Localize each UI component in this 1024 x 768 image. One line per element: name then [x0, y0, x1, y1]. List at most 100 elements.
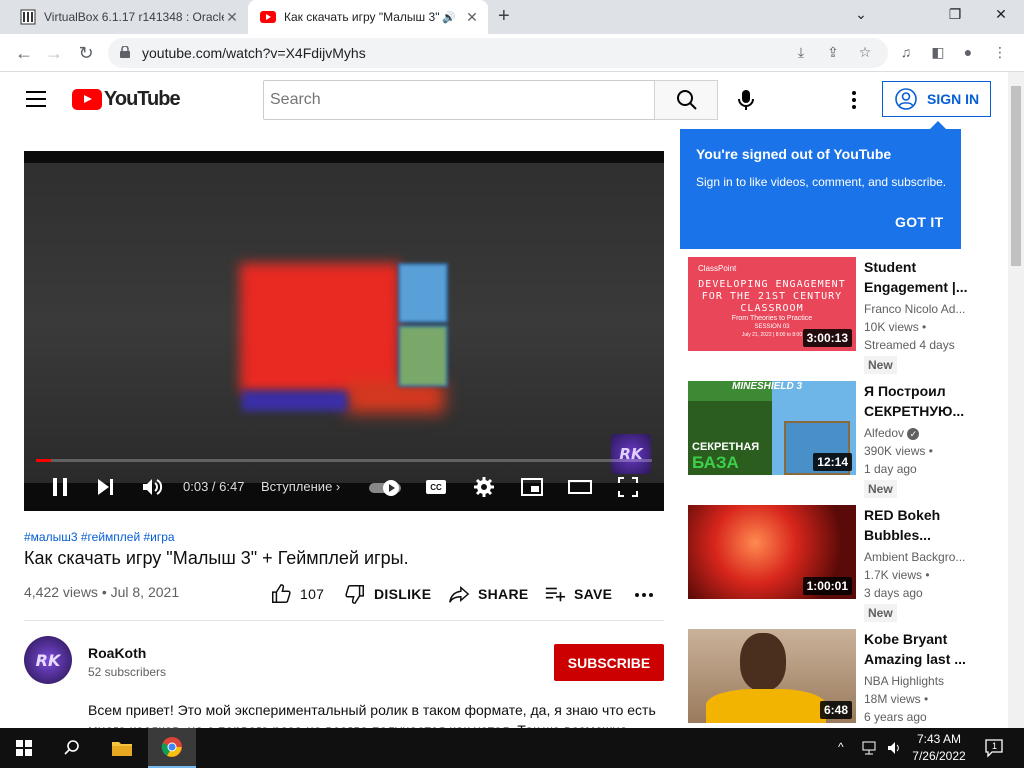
- minimize-button[interactable]: ⌄: [846, 6, 876, 23]
- new-badge: New: [864, 480, 897, 498]
- channel-name[interactable]: RoaKoth: [88, 645, 146, 661]
- reload-icon[interactable]: ↻: [74, 41, 98, 65]
- title-line: Student: [864, 259, 917, 275]
- scrollbar-thumb[interactable]: [1011, 86, 1021, 266]
- thumbnail-headline: FOR THE 21ST CENTURY: [701, 291, 843, 302]
- share-page-icon[interactable]: ⇪: [824, 44, 842, 62]
- recommendation-item[interactable]: 6:48 Kobe Bryant Amazing last ... NBA Hig…: [688, 629, 988, 725]
- channel-watermark[interactable]: RK: [611, 434, 651, 474]
- recommendation-item[interactable]: ClassPoint DEVELOPING ENGAGEMENT FOR THE…: [688, 257, 988, 374]
- system-clock[interactable]: 7:43 AM 7/26/2022: [908, 731, 970, 765]
- time-display: 0:03 / 6:47: [183, 479, 245, 494]
- duration-badge: 3:00:13: [802, 329, 852, 347]
- tab-virtualbox[interactable]: VirtualBox 6.1.17 r141348 : Oracle ✕: [8, 0, 248, 34]
- recommendation-channel[interactable]: Alfedov ✓: [864, 426, 968, 440]
- settings-more-icon[interactable]: [846, 90, 862, 110]
- sign-in-button[interactable]: SIGN IN: [882, 81, 991, 117]
- forward-icon[interactable]: →: [42, 41, 66, 65]
- autoplay-toggle[interactable]: [368, 475, 404, 499]
- more-actions-icon[interactable]: [634, 585, 654, 605]
- profile-icon[interactable]: ●: [958, 44, 978, 64]
- fullscreen-icon[interactable]: [616, 475, 640, 499]
- theater-mode-icon[interactable]: [568, 475, 592, 499]
- restore-button[interactable]: ❐: [940, 6, 970, 23]
- recommendation-age: Streamed 4 days: [864, 338, 955, 352]
- player-controls: 0:03 / 6:47 Вступление › CC: [24, 469, 664, 505]
- network-icon[interactable]: [862, 740, 880, 756]
- youtube-favicon-icon: [260, 11, 276, 23]
- thumbnail-headline: БАЗА: [692, 453, 739, 472]
- chrome-menu-icon[interactable]: ⋮: [990, 44, 1010, 64]
- microphone-icon[interactable]: [732, 86, 760, 114]
- thumbnail-headline: DEVELOPING ENGAGEMENT: [698, 279, 846, 290]
- chrome-taskbar-button[interactable]: [148, 728, 196, 768]
- recommendation-title[interactable]: Я Построил СЕКРЕТНУЮ...: [864, 381, 974, 421]
- recommendation-title[interactable]: Kobe Bryant Amazing last ...: [864, 629, 974, 669]
- share-button[interactable]: SHARE: [448, 583, 529, 605]
- start-button[interactable]: [0, 728, 48, 768]
- chrome-icon: [161, 737, 182, 757]
- miniplayer-icon[interactable]: [520, 475, 544, 499]
- new-tab-button[interactable]: +: [498, 5, 510, 28]
- search-input[interactable]: [263, 80, 655, 120]
- got-it-button[interactable]: GOT IT: [895, 214, 943, 230]
- notifications-button[interactable]: 1: [984, 738, 1004, 758]
- side-panel-icon[interactable]: ◧: [928, 44, 948, 64]
- next-icon[interactable]: [94, 475, 118, 499]
- playlist-add-icon: [545, 587, 566, 602]
- close-window-button[interactable]: ✕: [986, 6, 1016, 23]
- recommendation-thumbnail[interactable]: ClassPoint DEVELOPING ENGAGEMENT FOR THE…: [688, 257, 856, 351]
- thumbnail-subline: From Theories to Practice: [731, 315, 813, 322]
- thumbnail-figure-body: [706, 689, 826, 723]
- tab-close-icon[interactable]: ✕: [464, 9, 480, 26]
- search-taskbar-button[interactable]: [48, 728, 96, 768]
- install-app-icon[interactable]: ⤓: [792, 44, 810, 62]
- recommendation-item[interactable]: MINESHIELD 3 СЕКРЕТНАЯ БАЗА 12:14 Я Пост…: [688, 381, 988, 498]
- windows-taskbar: ^ 7:43 AM 7/26/2022 1: [0, 728, 1024, 768]
- tab-close-icon[interactable]: ✕: [224, 9, 240, 26]
- page-scrollbar[interactable]: [1008, 72, 1024, 728]
- address-bar[interactable]: youtube.com/watch?v=X4FdijvMyhs ⤓ ⇪ ☆: [108, 38, 888, 68]
- video-player[interactable]: RK 0:03 / 6:47 Вступление › CC: [24, 151, 664, 511]
- tab-youtube[interactable]: Как скачать игру "Малыш 3" 🔊 ✕: [248, 0, 488, 34]
- progress-bar[interactable]: [36, 459, 652, 462]
- save-button[interactable]: SAVE: [544, 583, 612, 605]
- recommendation-channel[interactable]: NBA Highlights: [864, 674, 968, 688]
- recommendation-thumbnail[interactable]: 1:00:01: [688, 505, 856, 599]
- chapter-title[interactable]: Вступление ›: [261, 479, 340, 494]
- youtube-logo[interactable]: YouTube: [72, 88, 181, 110]
- recommendation-title[interactable]: Student Engagement |...: [864, 257, 974, 297]
- search-button[interactable]: [654, 80, 718, 120]
- windows-logo-icon: [16, 740, 32, 756]
- audio-playing-icon[interactable]: 🔊: [442, 11, 456, 24]
- dislike-button[interactable]: DISLIKE: [344, 583, 431, 605]
- captions-icon[interactable]: CC: [424, 475, 448, 499]
- recommendation-title[interactable]: RED Bokeh Bubbles...: [864, 505, 974, 545]
- subscribe-button[interactable]: SUBSCRIBE: [554, 644, 664, 681]
- settings-gear-icon[interactable]: [472, 475, 496, 499]
- recommendation-thumbnail[interactable]: MINESHIELD 3 СЕКРЕТНАЯ БАЗА 12:14: [688, 381, 856, 475]
- back-icon[interactable]: ←: [12, 41, 36, 65]
- channel-avatar[interactable]: RK: [24, 636, 72, 684]
- recommendation-age: 1 day ago: [864, 462, 917, 476]
- pause-icon[interactable]: [48, 475, 72, 499]
- recommendation-channel[interactable]: Franco Nicolo Ad...: [864, 302, 968, 316]
- show-hidden-icons[interactable]: ^: [838, 740, 844, 754]
- recommendation-age: 6 years ago: [864, 710, 927, 724]
- bookmark-star-icon[interactable]: ☆: [856, 44, 874, 62]
- signed-out-popup: You're signed out of YouTube Sign in to …: [680, 121, 961, 249]
- speaker-icon[interactable]: [886, 740, 902, 756]
- file-explorer-button[interactable]: [98, 728, 146, 768]
- volume-icon[interactable]: [140, 475, 164, 499]
- recommendation-item[interactable]: 1:00:01 RED Bokeh Bubbles... Ambient Back…: [688, 505, 988, 622]
- recommendation-thumbnail[interactable]: 6:48: [688, 629, 856, 723]
- recommendation-channel[interactable]: Ambient Backgro...: [864, 550, 968, 564]
- youtube-play-logo-icon: [72, 88, 102, 110]
- video-description: Всем привет! Это мой экспериментальный р…: [88, 702, 656, 728]
- search-icon: [64, 740, 79, 755]
- hamburger-menu-icon[interactable]: [26, 91, 46, 107]
- hashtags[interactable]: #малыш3 #геймплей #игра: [24, 530, 175, 544]
- like-button[interactable]: 107: [270, 583, 324, 605]
- duration-badge: 1:00:01: [802, 577, 852, 595]
- media-control-icon[interactable]: ♫: [896, 44, 916, 64]
